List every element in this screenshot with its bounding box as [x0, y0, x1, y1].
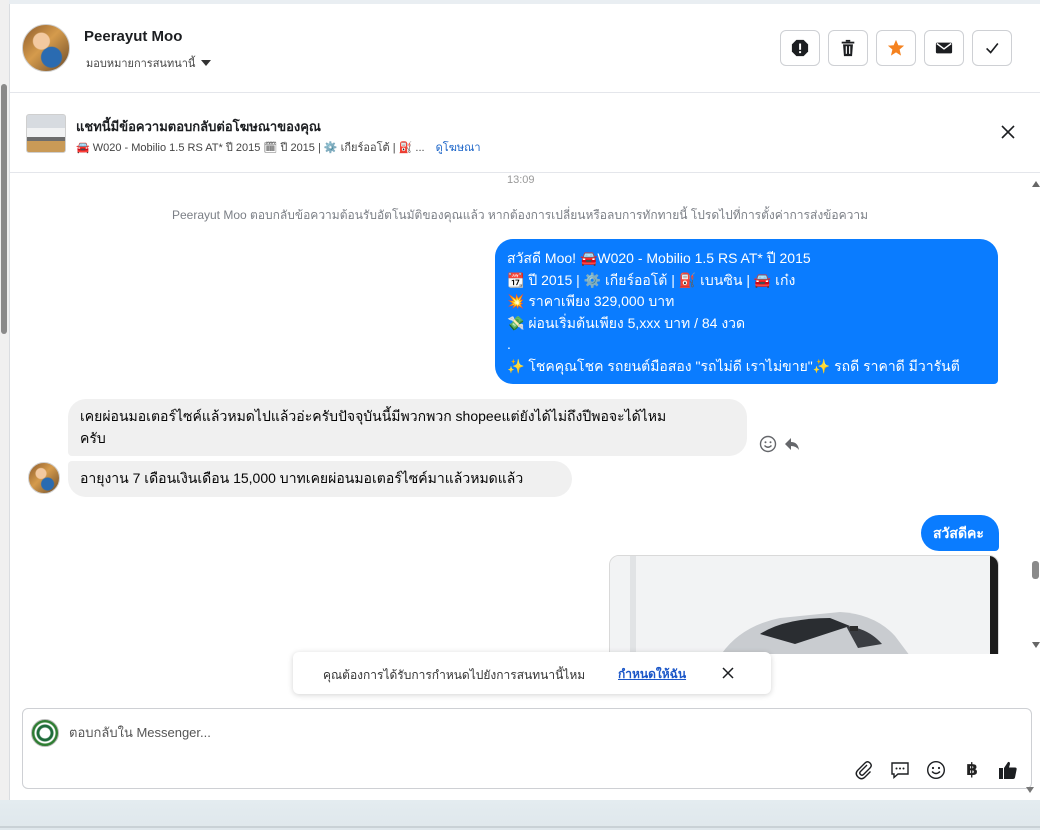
message-line: 💸 ผ่อนเริ่มต้นเพียง 5,xxx บาท / 84 งวด: [507, 314, 746, 331]
car-photo-attachment[interactable]: [609, 555, 999, 654]
message-line: 💥 ราคาเพียง 329,000 บาท: [507, 293, 675, 309]
chat-scrollbar[interactable]: [1030, 174, 1040, 654]
left-scrollbar[interactable]: [0, 0, 9, 800]
reply-input[interactable]: [69, 725, 769, 740]
message-line: ครับ: [80, 429, 106, 446]
close-icon[interactable]: [720, 665, 736, 681]
conversation-header: Peerayut Moo มอบหมายการสนทนานี้: [10, 4, 1040, 93]
reply-icon[interactable]: [783, 435, 801, 453]
conversation-panel: Peerayut Moo มอบหมายการสนทนานี้ แชทนี้มี…: [9, 4, 1040, 800]
ad-banner-subtitle-text: 🚘 W020 - Mobilio 1.5 RS AT* ปี 2015 🗓 ปี…: [76, 142, 425, 154]
assign-prompt-text: คุณต้องการได้รับการกำหนดไปยังการสนทนานี้…: [323, 668, 586, 682]
scroll-up-arrow[interactable]: [1032, 181, 1040, 187]
ad-reply-banner: แชทนี้มีข้อความตอบกลับต่อโฆษณาของคุณ 🚘 W…: [10, 94, 1040, 173]
scroll-down-arrow[interactable]: [1032, 642, 1040, 648]
message-composer: ฿: [22, 708, 1032, 789]
envelope-icon: [935, 42, 953, 54]
incoming-message[interactable]: อายุงาน 7 เดือนเงินเดือน 15,000 บาทเคยผ่…: [68, 461, 572, 497]
view-ad-link[interactable]: ดูโฆษณา: [436, 142, 481, 154]
attach-button[interactable]: [853, 759, 875, 781]
contact-avatar[interactable]: [22, 24, 70, 72]
car-image: [610, 556, 998, 654]
assign-label: มอบหมายการสนทนานี้: [86, 58, 196, 70]
message-line: 📆 ปี 2015 | ⚙️ เกียร์ออโต้ | ⛽ เบนซิน | …: [507, 271, 796, 288]
emoji-button[interactable]: [925, 759, 947, 781]
check-icon: [986, 42, 999, 54]
caret-down-icon: [201, 60, 212, 66]
message-line: .: [507, 336, 511, 352]
message-line: เคยผ่อนมอเตอร์ไซค์แล้วหมดไปแล้วอ่ะครับปั…: [80, 408, 667, 424]
ad-banner-subtitle: 🚘 W020 - Mobilio 1.5 RS AT* ปี 2015 🗓 ปี…: [76, 138, 481, 156]
message-thread[interactable]: 13:09 Peerayut Moo ตอบกลับข้อความต้อนรับ…: [10, 174, 1040, 654]
like-button[interactable]: [997, 759, 1019, 781]
page-scroll-down-arrow[interactable]: [1026, 787, 1034, 793]
close-icon[interactable]: [1000, 124, 1016, 140]
mark-unread-button[interactable]: [924, 30, 964, 66]
trash-icon: [841, 39, 855, 57]
baht-icon: ฿: [966, 760, 978, 780]
mark-done-button[interactable]: [972, 30, 1012, 66]
mark-spam-button[interactable]: [780, 30, 820, 66]
assign-prompt-toast: คุณต้องการได้รับการกำหนดไปยังการสนทนานี้…: [293, 652, 771, 694]
message-line: ✨ โชคคุณโชค รถยนต์มือสอง "รถไม่ดี เราไม่…: [507, 357, 960, 374]
payment-button[interactable]: ฿: [961, 759, 983, 781]
bottom-bar: [0, 800, 1040, 830]
spam-icon: [791, 39, 809, 57]
delete-button[interactable]: [828, 30, 868, 66]
message-line: สวัสดี Moo! 🚘W020 - Mobilio 1.5 RS AT* ป…: [507, 250, 811, 266]
system-notice: Peerayut Moo ตอบกลับข้อความต้อนรับอัตโนม…: [171, 208, 869, 222]
emoji-icon: [926, 760, 946, 780]
contact-name[interactable]: Peerayut Moo: [84, 28, 182, 45]
outgoing-message[interactable]: สวัสดีคะ: [921, 515, 999, 551]
incoming-message[interactable]: เคยผ่อนมอเตอร์ไซค์แล้วหมดไปแล้วอ่ะครับปั…: [68, 399, 747, 456]
bottom-divider: [0, 826, 1040, 828]
outgoing-greeting-message[interactable]: สวัสดี Moo! 🚘W020 - Mobilio 1.5 RS AT* ป…: [495, 239, 998, 384]
assign-dropdown[interactable]: มอบหมายการสนทนานี้: [86, 54, 212, 72]
contact-avatar-small[interactable]: [28, 462, 60, 494]
chat-scrollbar-thumb[interactable]: [1032, 561, 1039, 579]
ad-banner-title: แชทนี้มีข้อความตอบกลับต่อโฆษณาของคุณ: [76, 119, 321, 134]
page-avatar: [31, 719, 59, 747]
message-timestamp: 13:09: [507, 174, 535, 186]
emoji-reaction-icon[interactable]: [759, 435, 777, 453]
photo-edge: [990, 556, 998, 654]
star-button[interactable]: [876, 30, 916, 66]
saved-replies-button[interactable]: [889, 759, 911, 781]
thumbs-up-icon: [999, 761, 1017, 779]
saved-reply-icon: [891, 762, 909, 780]
paperclip-icon: [855, 761, 872, 780]
ad-thumbnail[interactable]: [26, 114, 66, 153]
star-icon: [887, 39, 905, 56]
assign-to-me-link[interactable]: กำหนดให้ฉัน: [618, 665, 686, 684]
left-scrollbar-thumb[interactable]: [1, 84, 7, 334]
